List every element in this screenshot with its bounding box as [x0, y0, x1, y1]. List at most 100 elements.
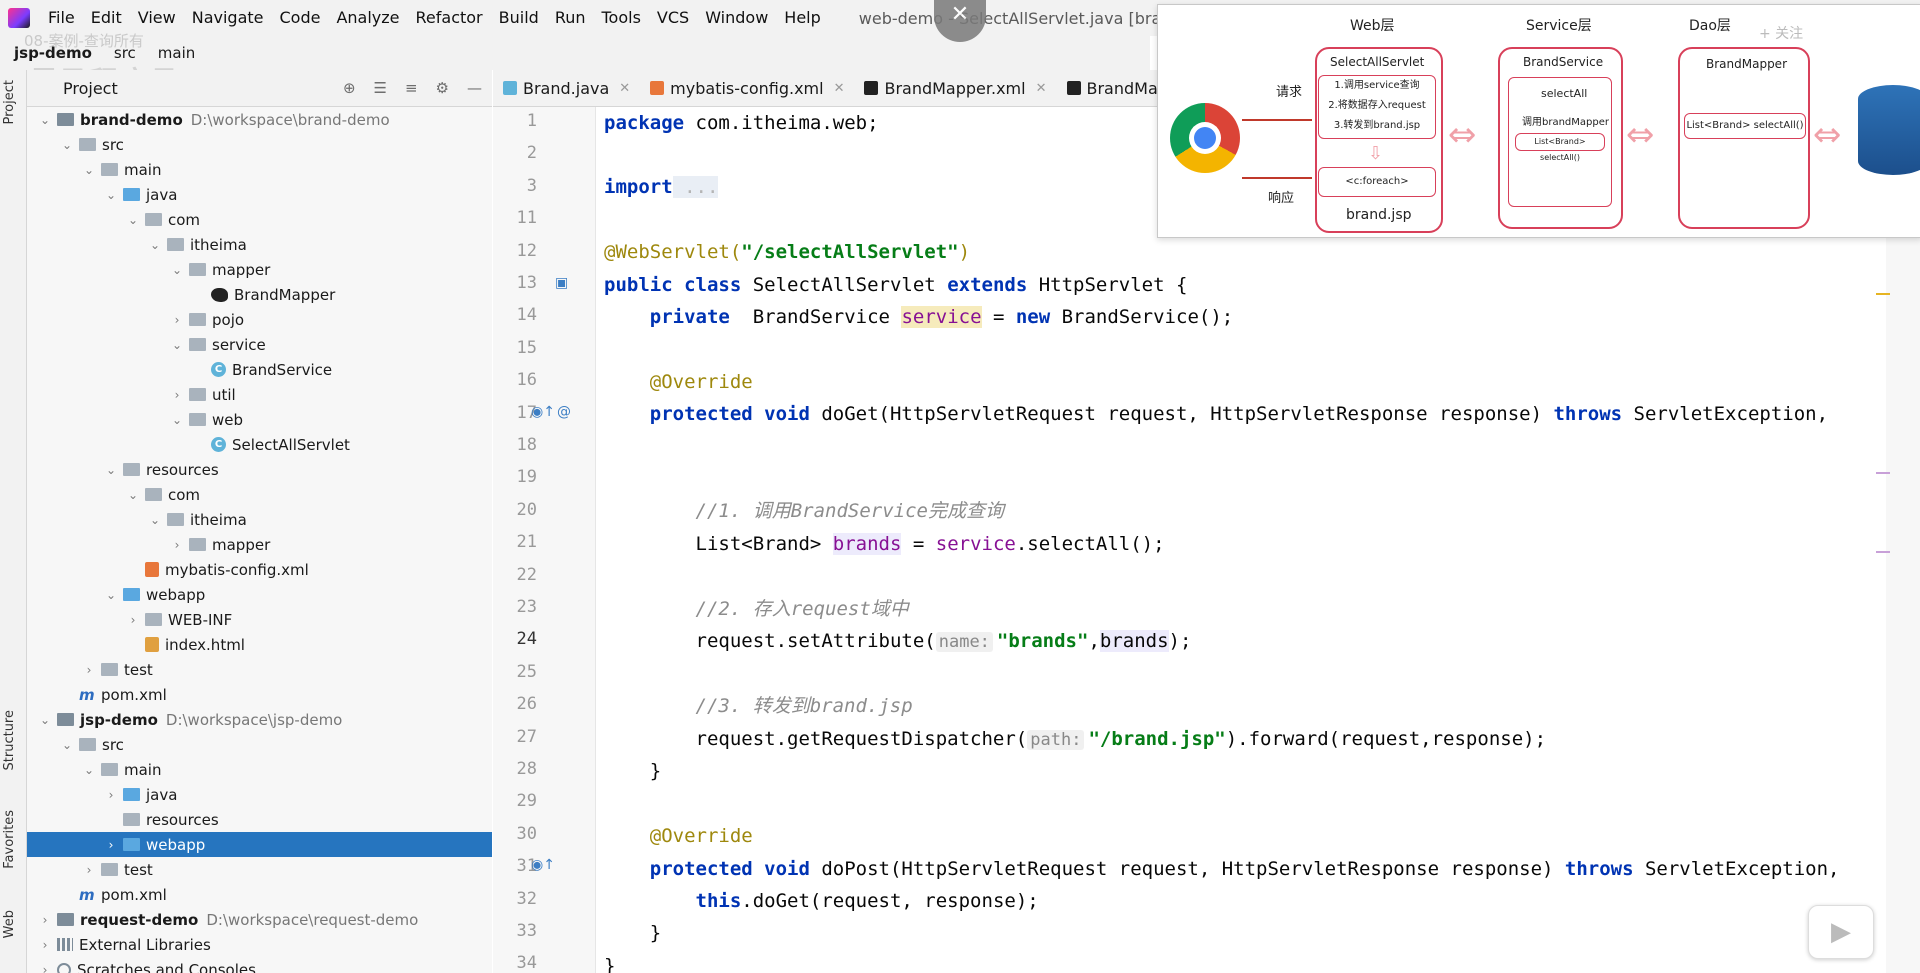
menu-run[interactable]: Run	[547, 0, 594, 36]
tree-node[interactable]: ⌄ itheima	[27, 232, 492, 257]
chevron-down-icon[interactable]: ⌄	[81, 163, 97, 177]
servlet-gutter-icon[interactable]: ▣	[555, 275, 568, 291]
locate-icon[interactable]: ⊕	[343, 79, 356, 97]
tree-node[interactable]: › External Libraries	[27, 932, 492, 957]
tree-node[interactable]: › mapper	[27, 532, 492, 557]
chevron-right-icon[interactable]: ›	[81, 863, 97, 877]
folded-imports[interactable]: ...	[672, 176, 719, 198]
tree-node[interactable]: › pojo	[27, 307, 492, 332]
menu-navigate[interactable]: Navigate	[184, 0, 272, 36]
close-tab-icon[interactable]: ✕	[1036, 81, 1047, 96]
collapse-all-icon[interactable]: ≡	[405, 79, 418, 97]
tree-node[interactable]: ⌄ webapp	[27, 582, 492, 607]
project-panel-title[interactable]: Project	[63, 79, 118, 98]
tree-node[interactable]: C BrandService	[27, 357, 492, 382]
tree-node[interactable]: ⌄ jsp-demo D:\workspace\jsp-demo	[27, 707, 492, 732]
menu-code[interactable]: Code	[272, 0, 329, 36]
menu-refactor[interactable]: Refactor	[408, 0, 491, 36]
chevron-right-icon[interactable]: ›	[103, 788, 119, 802]
tree-node[interactable]: mybatis-config.xml	[27, 557, 492, 582]
tree-node[interactable]: ⌄ itheima	[27, 507, 492, 532]
menu-build[interactable]: Build	[491, 0, 547, 36]
chevron-right-icon[interactable]: ›	[125, 613, 141, 627]
chevron-down-icon[interactable]: ⌄	[169, 263, 185, 277]
tree-node[interactable]: › test	[27, 657, 492, 682]
tree-node[interactable]: › WEB-INF	[27, 607, 492, 632]
chevron-down-icon[interactable]: ⌄	[81, 763, 97, 777]
tree-node[interactable]: › Scratches and Consoles	[27, 957, 492, 973]
tree-node[interactable]: resources	[27, 807, 492, 832]
chevron-down-icon[interactable]: ⌄	[125, 488, 141, 502]
tree-node[interactable]: ⌄ src	[27, 732, 492, 757]
tree-node[interactable]: › webapp	[27, 832, 492, 857]
tree-node[interactable]: › util	[27, 382, 492, 407]
tree-node[interactable]: › request-demo D:\workspace\request-demo	[27, 907, 492, 932]
tree-node[interactable]: › test	[27, 857, 492, 882]
warning-marker[interactable]	[1876, 293, 1890, 295]
tree-node[interactable]: ⌄ main	[27, 157, 492, 182]
chevron-down-icon[interactable]: ⌄	[103, 188, 119, 202]
menu-analyze[interactable]: Analyze	[328, 0, 407, 36]
chevron-down-icon[interactable]: ⌄	[59, 138, 75, 152]
gear-icon[interactable]: ⚙	[436, 79, 449, 97]
editor-tab[interactable]: mybatis-config.xml ✕	[640, 70, 854, 106]
chevron-down-icon[interactable]: ⌄	[125, 213, 141, 227]
menu-help[interactable]: Help	[776, 0, 828, 36]
menu-tools[interactable]: Tools	[594, 0, 649, 36]
web-tool-tab[interactable]: Web	[2, 910, 17, 938]
hide-icon[interactable]: —	[467, 79, 482, 97]
tree-node[interactable]: ⌄ web	[27, 407, 492, 432]
structure-tool-tab[interactable]: Structure	[2, 710, 17, 770]
chevron-right-icon[interactable]: ›	[169, 388, 185, 402]
tree-node[interactable]: ⌄ java	[27, 182, 492, 207]
tree-node[interactable]: m pom.xml	[27, 682, 492, 707]
tree-node-label: BrandService	[232, 360, 333, 379]
close-tab-icon[interactable]: ✕	[619, 81, 630, 96]
tree-node[interactable]: ⌄ main	[27, 757, 492, 782]
expand-all-icon[interactable]: ☰	[374, 79, 387, 97]
menu-window[interactable]: Window	[697, 0, 776, 36]
usage-marker[interactable]	[1876, 472, 1890, 474]
tree-node[interactable]: m pom.xml	[27, 882, 492, 907]
tree-node[interactable]: ⌄ com	[27, 207, 492, 232]
tree-node[interactable]: ⌄ brand-demo D:\workspace\brand-demo	[27, 107, 492, 132]
chevron-down-icon[interactable]: ⌄	[103, 588, 119, 602]
tree-node[interactable]: ⌄ resources	[27, 457, 492, 482]
play-icon[interactable]: ▶	[1808, 905, 1874, 959]
annotation-gutter-icon[interactable]: @	[557, 404, 571, 420]
line-number: 20	[516, 499, 537, 520]
chevron-right-icon[interactable]: ›	[81, 663, 97, 677]
chevron-down-icon[interactable]: ⌄	[59, 738, 75, 752]
close-tab-icon[interactable]: ✕	[834, 81, 845, 96]
chevron-down-icon[interactable]: ⌄	[103, 463, 119, 477]
chevron-down-icon[interactable]: ⌄	[169, 413, 185, 427]
tree-node[interactable]: ⌄ service	[27, 332, 492, 357]
chevron-down-icon[interactable]: ⌄	[37, 113, 53, 127]
menu-vcs[interactable]: VCS	[649, 0, 697, 36]
chevron-down-icon[interactable]: ⌄	[147, 513, 163, 527]
chevron-down-icon[interactable]: ⌄	[147, 238, 163, 252]
tree-node[interactable]: index.html	[27, 632, 492, 657]
override-gutter-icon[interactable]: ◉↑	[531, 857, 555, 873]
editor-tab[interactable]: BrandMapper.xml ✕	[854, 70, 1056, 106]
chevron-down-icon[interactable]: ⌄	[37, 713, 53, 727]
tree-node[interactable]: ⌄ src	[27, 132, 492, 157]
usage-marker[interactable]	[1876, 551, 1890, 553]
chevron-right-icon[interactable]: ›	[37, 963, 53, 973]
tree-node[interactable]: ⌄ mapper	[27, 257, 492, 282]
chevron-right-icon[interactable]: ›	[169, 538, 185, 552]
chevron-down-icon[interactable]: ⌄	[169, 338, 185, 352]
param-hint-path: path:	[1027, 730, 1085, 750]
editor-tab[interactable]: Brand.java ✕	[493, 70, 640, 106]
project-tool-tab[interactable]: Project	[2, 80, 17, 124]
tree-node[interactable]: ⌄ com	[27, 482, 492, 507]
tree-node[interactable]: › java	[27, 782, 492, 807]
favorites-tool-tab[interactable]: Favorites	[2, 810, 17, 869]
override-gutter-icon[interactable]: ◉↑	[531, 404, 555, 420]
chevron-right-icon[interactable]: ›	[37, 938, 53, 952]
chevron-right-icon[interactable]: ›	[169, 313, 185, 327]
tree-node[interactable]: BrandMapper	[27, 282, 492, 307]
tree-node[interactable]: C SelectAllServlet	[27, 432, 492, 457]
chevron-right-icon[interactable]: ›	[103, 838, 119, 852]
chevron-right-icon[interactable]: ›	[37, 913, 53, 927]
